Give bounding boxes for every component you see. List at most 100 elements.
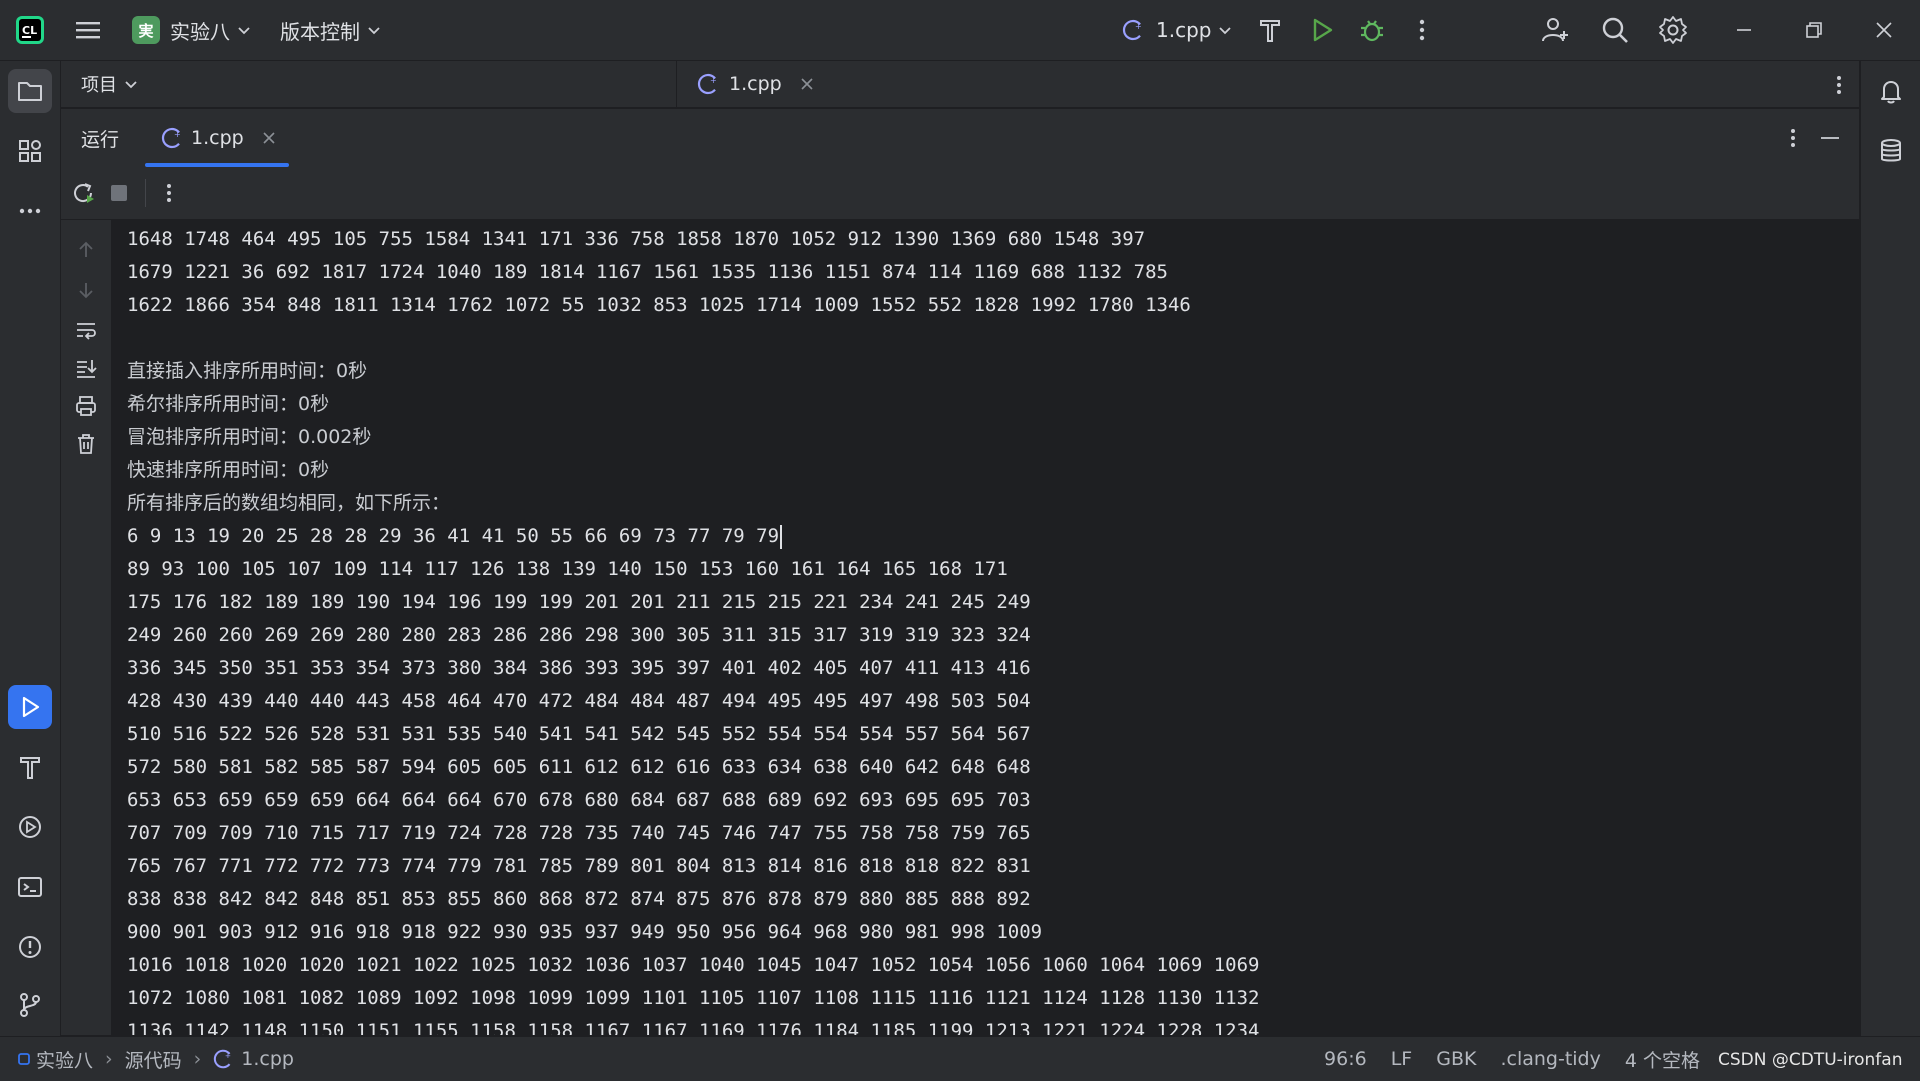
line-ending[interactable]: LF (1391, 1048, 1413, 1070)
database-icon[interactable] (1871, 131, 1911, 171)
vcs-label: 版本控制 (280, 19, 360, 44)
right-tool-strip (1860, 61, 1920, 1036)
console-line-text: 249 260 260 269 269 280 280 283 286 286 … (127, 624, 1031, 646)
editor-tab-1-cpp[interactable]: + 1.cpp (677, 61, 834, 107)
linter-config[interactable]: .clang-tidy (1500, 1048, 1600, 1070)
console-line-text: 6 9 13 19 20 25 28 28 29 36 41 41 50 55 … (127, 525, 780, 547)
run-tool-icon[interactable] (8, 685, 52, 729)
console-line-text: 快速排序所用时间：0秒 (127, 459, 330, 481)
project-view-selector[interactable]: 项目 (81, 61, 139, 107)
console-line-text: 所有排序后的数组均相同，如下所示： (127, 492, 451, 514)
vcs-menu[interactable]: 版本控制 (280, 0, 382, 60)
search-icon[interactable] (1600, 0, 1630, 60)
chevron-down-icon (1217, 22, 1233, 38)
chevron-down-icon (236, 22, 252, 38)
build-hammer-icon[interactable] (1256, 0, 1284, 60)
console-line-text: 428 430 439 440 440 443 458 464 470 472 … (127, 690, 1031, 712)
run-window-header: 运行 + 1.cpp (61, 108, 1859, 167)
cpp-file-icon: + (213, 1048, 235, 1070)
notifications-bell-icon[interactable] (1871, 71, 1911, 111)
rerun-icon[interactable] (69, 179, 97, 207)
svg-text:+: + (1135, 22, 1142, 31)
console-line-text: 838 838 842 842 848 851 853 855 860 868 … (127, 888, 1031, 910)
console-line-text: 1072 1080 1081 1082 1089 1092 1098 1099 … (127, 987, 1260, 1009)
debug-bug-icon[interactable] (1358, 0, 1386, 60)
more-vertical-icon[interactable] (1412, 0, 1432, 60)
console-line: 572 580 581 582 585 587 594 605 605 611 … (127, 751, 1259, 784)
chevron-down-icon (366, 22, 382, 38)
structure-icon[interactable] (8, 129, 52, 173)
scroll-to-end-icon[interactable] (74, 356, 98, 380)
console-line: 336 345 350 351 353 354 373 380 384 386 … (127, 652, 1259, 685)
more-horizontal-icon[interactable] (8, 189, 52, 233)
cpp-file-icon: + (161, 126, 185, 150)
run-window-title: 运行 (81, 128, 120, 151)
console-lines: 1648 1748 464 495 105 755 1584 1341 171 … (127, 223, 1259, 1035)
more-vertical-icon[interactable] (159, 181, 179, 205)
project-panel-header: 项目 (61, 61, 676, 107)
breadcrumb-item-project[interactable]: 实验八 (36, 1046, 93, 1073)
console-line-text: 175 176 182 189 189 190 194 196 199 199 … (127, 591, 1031, 613)
git-icon[interactable] (8, 983, 52, 1027)
add-user-icon[interactable] (1540, 0, 1570, 60)
console-line: 838 838 842 842 848 851 853 855 860 868 … (127, 883, 1259, 916)
console-output[interactable]: 1648 1748 464 495 105 755 1584 1341 171 … (111, 220, 1859, 1035)
trash-icon[interactable] (74, 432, 98, 456)
console-line-text: 1016 1018 1020 1020 1021 1022 1025 1032 … (127, 954, 1260, 976)
folder-icon[interactable] (8, 69, 52, 113)
soft-wrap-icon[interactable] (74, 318, 98, 342)
console-line-text: 707 709 709 710 715 717 719 724 728 728 … (127, 822, 1031, 844)
breadcrumb-item-folder[interactable]: 源代码 (125, 1046, 182, 1073)
console-line: 直接插入排序所用时间：0秒 (127, 355, 1259, 388)
close-icon[interactable] (262, 131, 276, 145)
build-tool-icon[interactable] (8, 745, 52, 789)
more-vertical-icon[interactable] (1829, 73, 1849, 97)
status-bar: 实验八 › 源代码 › + 1.cpp 96:6 LF GBK .clang-t… (0, 1036, 1920, 1081)
hamburger-menu-icon[interactable] (74, 0, 102, 60)
console-line-text: 653 653 659 659 659 664 664 664 670 678 … (127, 789, 1031, 811)
console-line-text: 336 345 350 351 353 354 373 380 384 386 … (127, 657, 1031, 679)
scroll-down-icon[interactable] (74, 278, 98, 302)
run-play-icon[interactable] (1308, 0, 1336, 60)
problems-icon[interactable] (8, 925, 52, 969)
run-tab-1-cpp[interactable]: + 1.cpp (145, 109, 288, 167)
console-line-text: 765 767 771 772 772 773 774 779 781 785 … (127, 855, 1031, 877)
close-icon[interactable] (800, 77, 814, 91)
chevron-down-icon (123, 76, 139, 92)
indent-setting[interactable]: 4 个空格 (1625, 1046, 1700, 1073)
console-line: 1679 1221 36 692 1817 1724 1040 189 1814… (127, 256, 1259, 289)
breadcrumb: 实验八 › 源代码 › + 1.cpp (18, 1037, 294, 1081)
console-line: 428 430 439 440 440 443 458 464 470 472 … (127, 685, 1259, 718)
watermark: CSDN @CDTU-ironfan (1718, 1050, 1903, 1070)
print-icon[interactable] (74, 394, 98, 418)
settings-gear-icon[interactable] (1658, 0, 1688, 60)
scroll-up-icon[interactable] (74, 238, 98, 262)
editor-tab-bar: + 1.cpp (677, 61, 1859, 107)
run-config-selector[interactable]: + 1.cpp (1122, 0, 1233, 60)
console-line: 1072 1080 1081 1082 1089 1092 1098 1099 … (127, 982, 1259, 1015)
console-line-text: 直接插入排序所用时间：0秒 (127, 360, 368, 382)
console-line-text: 1622 1866 354 848 1811 1314 1762 1072 55… (127, 294, 1191, 316)
more-vertical-icon[interactable] (1783, 126, 1803, 150)
console-line-text: 1648 1748 464 495 105 755 1584 1341 171 … (127, 228, 1146, 250)
file-encoding[interactable]: GBK (1436, 1048, 1476, 1070)
svg-text:+: + (174, 130, 181, 139)
console-line-text: 510 516 522 526 528 531 531 535 540 541 … (127, 723, 1031, 745)
console-line: 1136 1142 1148 1150 1151 1155 1158 1158 … (127, 1015, 1259, 1035)
svg-text:+: + (710, 76, 717, 85)
console-line: 249 260 260 269 269 280 280 283 286 286 … (127, 619, 1259, 652)
minimize-icon[interactable] (1819, 126, 1841, 150)
minimize-icon[interactable] (1734, 0, 1754, 60)
stop-icon[interactable] (109, 183, 129, 203)
services-icon[interactable] (8, 805, 52, 849)
breadcrumb-item-file[interactable]: 1.cpp (241, 1048, 294, 1070)
run-tab-label: 1.cpp (191, 127, 244, 149)
clion-logo-icon[interactable]: CL (14, 0, 46, 60)
restore-icon[interactable] (1804, 0, 1824, 60)
close-icon[interactable] (1874, 0, 1894, 60)
project-switcher[interactable]: 実 实验八 (132, 0, 252, 60)
terminal-icon[interactable] (8, 865, 52, 909)
caret-position[interactable]: 96:6 (1324, 1048, 1367, 1070)
console-line: 希尔排序所用时间：0秒 (127, 388, 1259, 421)
console-line-text: 572 580 581 582 585 587 594 605 605 611 … (127, 756, 1031, 778)
